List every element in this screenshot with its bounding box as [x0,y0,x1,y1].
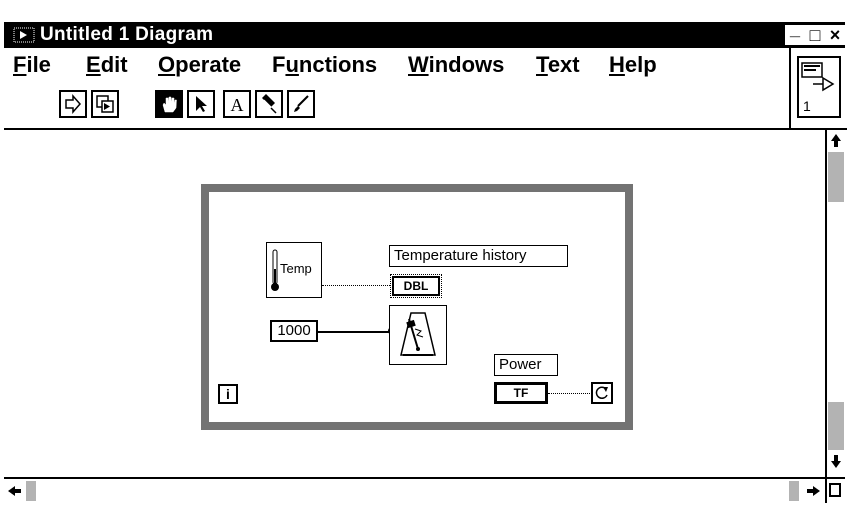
title-bar[interactable]: Untitled 1 Diagram _ □ × [4,20,845,48]
tf-type-label: TF [513,386,529,400]
power-tf-terminal[interactable]: TF [494,382,548,404]
loop-condition-terminal[interactable] [591,382,613,404]
power-label-text: Power [499,356,542,373]
operate-tool-button[interactable] [155,90,183,118]
scroll-track-right[interactable] [789,481,799,501]
scroll-left-icon[interactable] [6,482,24,500]
run-continuous-icon [96,95,114,113]
pane-number: 1 [803,98,811,114]
window-title: Untitled 1 Diagram [40,24,214,45]
close-button[interactable]: × [825,25,845,45]
thermometer-icon [271,249,279,291]
power-to-condition-wire[interactable] [548,393,592,394]
menu-text[interactable]: Text [536,52,580,78]
menu-edit[interactable]: Edit [86,52,128,78]
block-diagram[interactable]: Temp Temperature history DBL 1000 Power … [4,130,825,475]
resize-corner[interactable] [825,477,845,503]
vi-icon-connector[interactable]: 1 [797,56,841,118]
minimize-icon: _ [789,19,800,39]
iteration-label: i [226,386,230,402]
constant-to-wait-wire[interactable] [318,331,392,333]
scroll-down-icon[interactable] [827,452,845,470]
wiring-tool-button[interactable] [255,90,283,118]
temp-node[interactable]: Temp [266,242,322,298]
tool-bar: A [4,84,789,130]
dbl-type-label: DBL [403,279,429,293]
scroll-thumb-top[interactable] [828,152,844,202]
iteration-terminal[interactable]: i [218,384,238,404]
power-label[interactable]: Power [494,354,558,376]
app-icon[interactable] [12,26,36,44]
menu-help[interactable]: Help [609,52,657,78]
temperature-history-text: Temperature history [394,247,527,264]
menu-file[interactable]: File [13,52,51,78]
labview-diagram-window: Untitled 1 Diagram _ □ × File Edit Opera… [0,0,849,508]
wait-constant[interactable]: 1000 [270,320,318,342]
horizontal-scrollbar[interactable] [4,477,825,503]
metronome-icon [400,312,436,356]
svg-text:A: A [231,95,244,114]
wait-ms-node[interactable] [389,305,447,365]
minimize-button[interactable]: _ [785,20,805,45]
wiring-spool-icon [262,94,277,114]
temp-label: Temp [280,261,312,276]
close-icon: × [829,25,841,45]
continue-arrow-icon [595,386,608,399]
run-continuous-button[interactable] [91,90,119,118]
vertical-scrollbar[interactable] [825,130,845,477]
position-tool-button[interactable] [187,90,215,118]
scroll-track-bottom[interactable] [828,402,844,450]
dbl-indicator-terminal[interactable]: DBL [390,274,442,298]
temperature-history-label[interactable]: Temperature history [389,245,568,267]
scroll-right-icon[interactable] [804,482,822,500]
loop-border-left [201,184,209,430]
menu-operate[interactable]: Operate [158,52,241,78]
loop-border-right [625,184,633,430]
scroll-up-icon[interactable] [827,132,845,150]
connector-pane: 1 [789,48,847,130]
run-button[interactable] [59,90,87,118]
scroll-track-left[interactable] [26,481,36,501]
maximize-icon: □ [809,25,821,45]
temp-to-indicator-wire[interactable] [322,285,390,286]
size-box-icon [829,483,841,497]
menu-bar: File Edit Operate Functions Windows Text… [4,48,789,84]
menu-windows[interactable]: Windows [408,52,504,78]
position-arrow-icon [196,96,207,112]
color-tool-button[interactable] [287,90,315,118]
text-tool-button[interactable]: A [223,90,251,118]
maximize-button[interactable]: □ [805,25,825,45]
text-tool-icon: A [231,95,244,114]
run-icon [65,94,81,114]
menu-functions[interactable]: Functions [272,52,377,78]
loop-border-top [201,184,633,192]
loop-border-bottom [201,422,633,430]
operate-hand-icon [162,96,177,113]
vi-icon [801,62,835,92]
wait-constant-value: 1000 [277,322,311,339]
color-brush-icon [294,95,309,112]
